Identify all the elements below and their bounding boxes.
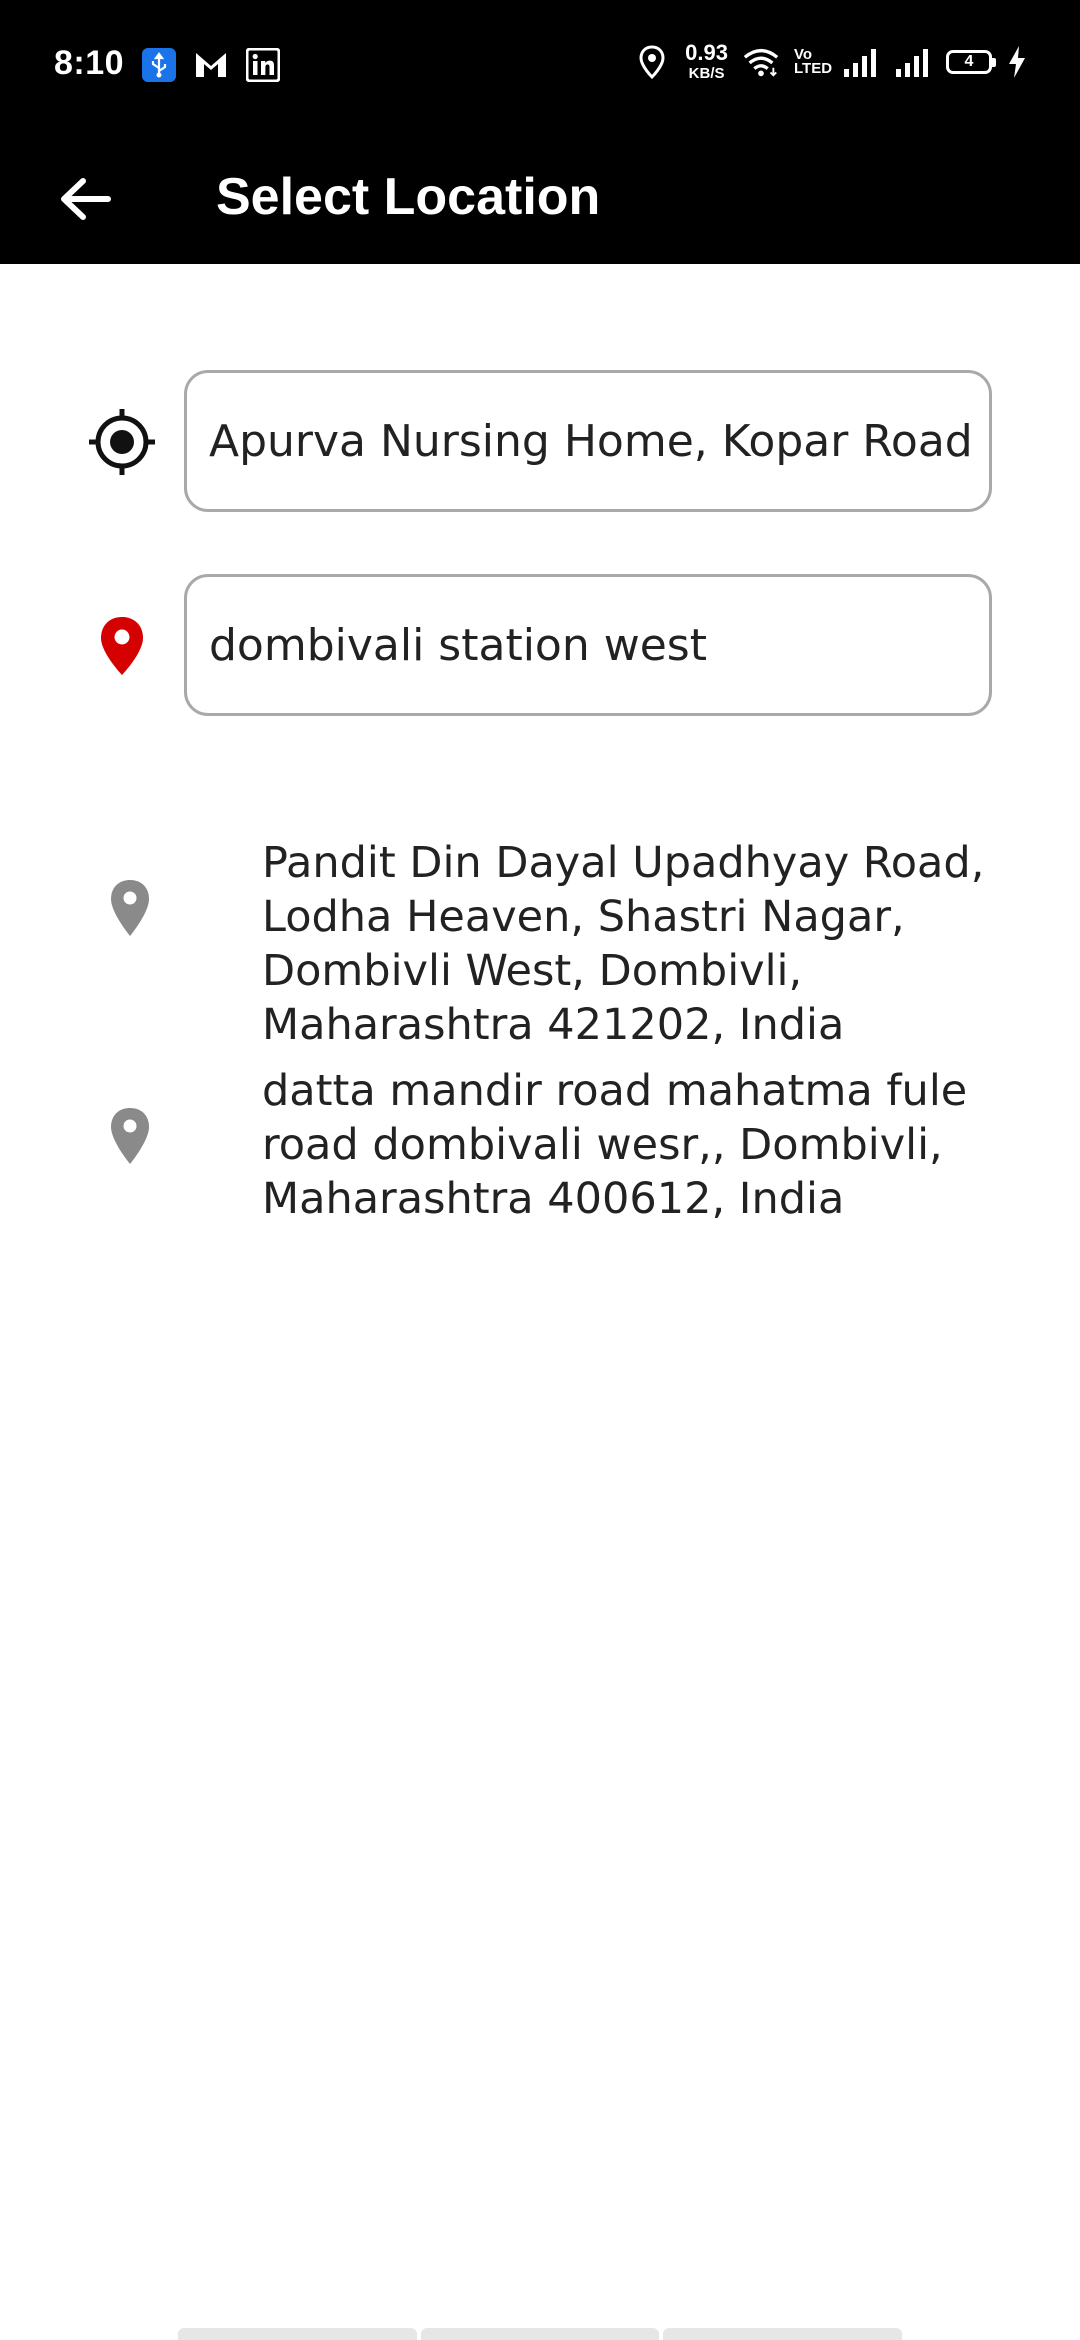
- my-location-icon[interactable]: [86, 406, 158, 478]
- linkedin-icon: [244, 46, 282, 84]
- suggestion-address: Pandit Din Dayal Upadhyay Road, Lodha He…: [262, 838, 985, 1050]
- mail-icon: [192, 46, 230, 84]
- location-icon: [633, 43, 671, 81]
- handle-segment: [178, 2328, 417, 2340]
- volte-indicator: Vo LTED: [794, 47, 833, 77]
- handle-segment: [663, 2328, 903, 2340]
- status-time: 8:10: [54, 44, 125, 82]
- app-bar: Select Location: [0, 130, 1080, 264]
- battery-indicator: 4: [946, 49, 996, 74]
- pickup-row: [0, 370, 1080, 512]
- charging-icon: [1006, 43, 1028, 81]
- back-button[interactable]: [50, 164, 120, 234]
- pickup-field[interactable]: [184, 370, 992, 512]
- select-location-screen: 8:10 0.93 KB/S Vo LTED 4 Select Location…: [0, 0, 1080, 2340]
- network-speed-unit: KB/S: [688, 65, 725, 82]
- destination-field[interactable]: [184, 574, 992, 716]
- destination-row: [0, 574, 1080, 716]
- status-bar: 8:10 0.93 KB/S Vo LTED 4: [0, 0, 1080, 130]
- suggestion-address: datta mandir road mahatma fule road domb…: [262, 1066, 968, 1224]
- suggestion-list: Pandit Din Dayal Upadhyay Road, Lodha He…: [0, 836, 1080, 1226]
- pickup-input[interactable]: [209, 373, 975, 509]
- battery-level: 4: [964, 52, 974, 70]
- page-title: Select Location: [216, 168, 601, 226]
- handle-segment: [420, 2328, 660, 2340]
- network-speed: 0.93 KB/S: [685, 40, 728, 82]
- signal-icon: [894, 43, 932, 81]
- destination-input[interactable]: [209, 577, 975, 713]
- notification-icons: [140, 46, 282, 84]
- pin-icon: [98, 876, 162, 940]
- usb-icon: [140, 46, 178, 84]
- pin-icon: [98, 1104, 162, 1168]
- suggestion-item[interactable]: datta mandir road mahatma fule road domb…: [0, 1064, 1080, 1226]
- pin-icon: [86, 610, 158, 682]
- wifi-icon: [742, 43, 780, 81]
- signal-icon: [842, 43, 880, 81]
- bottom-handle: [178, 2328, 903, 2340]
- suggestion-item[interactable]: Pandit Din Dayal Upadhyay Road, Lodha He…: [0, 836, 1080, 1052]
- volte-line-2: LTED: [794, 59, 833, 77]
- arrow-left-icon: [61, 178, 111, 220]
- network-speed-value: 0.93: [685, 40, 728, 65]
- system-status-icons: 0.93 KB/S Vo LTED 4: [633, 42, 1028, 81]
